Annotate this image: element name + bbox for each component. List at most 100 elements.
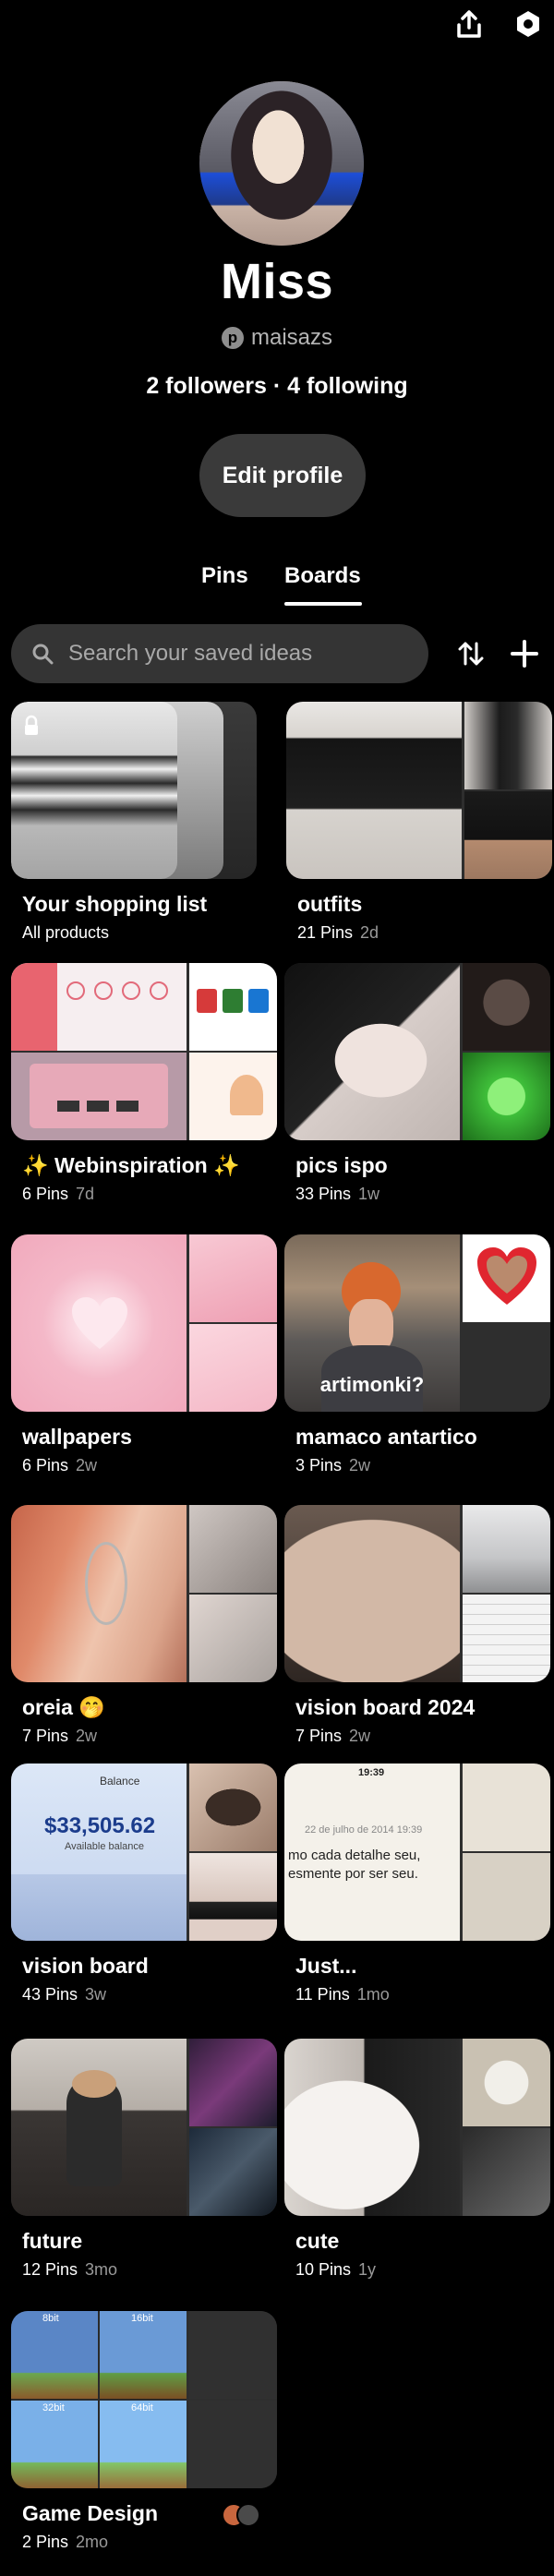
share-icon[interactable]: [451, 6, 488, 42]
board-age: 2w: [349, 1727, 371, 1745]
tab-boards[interactable]: Boards: [284, 563, 361, 589]
board-cover[interactable]: [11, 2039, 277, 2216]
board-card[interactable]: oreia 🤭 7 Pins 2w: [11, 1505, 277, 1754]
board-title: pics ispo: [295, 1153, 388, 1177]
board-title: wallpapers: [22, 1425, 132, 1449]
board-age: 7d: [76, 1185, 95, 1203]
board-meta: 2 Pins 2mo: [22, 2533, 108, 2552]
lock-icon: [22, 715, 41, 737]
board-cover[interactable]: [284, 963, 550, 1140]
board-card[interactable]: ✨ Webinspiration ✨ 6 Pins 7d: [11, 963, 277, 1212]
tile-label: 32bit: [42, 2402, 65, 2413]
cover-balance-sub: Available balance: [65, 1841, 145, 1852]
tile-label: 16bit: [131, 2313, 153, 2324]
board-meta: 6 Pins 7d: [22, 1185, 94, 1204]
cover-time: 19:39: [358, 1767, 385, 1778]
board-meta: 43 Pins 3w: [22, 1985, 106, 2004]
tile-label: 8bit: [42, 2313, 59, 2324]
active-tab-indicator: [284, 602, 362, 606]
avatar[interactable]: [199, 81, 364, 246]
search-icon: [32, 644, 54, 665]
search-bar[interactable]: Search your saved ideas: [11, 624, 428, 683]
board-card[interactable]: artimonki? mamaco antartico 3 Pins 2w: [284, 1234, 550, 1484]
board-pin-count: 43 Pins: [22, 1985, 78, 2004]
board-meta: 33 Pins 1w: [295, 1185, 379, 1204]
collaborator-avatars: [222, 2503, 262, 2527]
board-card[interactable]: cute 10 Pins 1y: [284, 2039, 550, 2288]
board-pin-count: 11 Pins: [295, 1985, 350, 2004]
board-title: vision board 2024: [295, 1695, 476, 1719]
board-card[interactable]: vision board 2024 7 Pins 2w: [284, 1505, 550, 1754]
board-title: vision board: [22, 1954, 149, 1978]
board-title: Game Design: [22, 2501, 158, 2525]
board-pin-count: 6 Pins: [22, 1185, 69, 1203]
board-card[interactable]: pics ispo 33 Pins 1w: [284, 963, 550, 1212]
board-pin-count: 12 Pins: [22, 2260, 78, 2279]
board-cover[interactable]: [11, 702, 277, 879]
board-meta: 10 Pins 1y: [295, 2260, 376, 2280]
tile-label: 64bit: [131, 2402, 153, 2413]
board-age: 1w: [358, 1185, 380, 1203]
board-age: 2mo: [76, 2533, 109, 2551]
top-bar: [0, 0, 554, 55]
edit-profile-button[interactable]: Edit profile: [199, 434, 366, 517]
board-age: 3mo: [85, 2260, 118, 2279]
board-age: 2d: [360, 923, 379, 942]
board-card[interactable]: 8bit 16bit 32bit 64bit Game Design 2 Pin…: [11, 2311, 277, 2560]
board-pin-count: 7 Pins: [22, 1727, 69, 1745]
board-title: ✨ Webinspiration ✨: [22, 1153, 240, 1177]
board-age: 2w: [349, 1456, 371, 1475]
board-pin-count: 21 Pins: [297, 923, 354, 942]
search-input[interactable]: Search your saved ideas: [68, 641, 312, 667]
board-cover[interactable]: [11, 963, 277, 1140]
board-meta: 12 Pins 3mo: [22, 2260, 117, 2280]
settings-icon[interactable]: [510, 6, 547, 42]
profile-name: Miss: [220, 254, 334, 309]
board-pin-count: 2 Pins: [22, 2533, 69, 2551]
board-title: cute: [295, 2229, 340, 2253]
cover-text: mo cada detalhe seu, esmente por ser seu…: [288, 1848, 421, 1882]
board-card[interactable]: 19:39 22 de julho de 2014 19:39 mo cada …: [284, 1763, 550, 2013]
pinterest-logo-icon: p: [221, 327, 244, 349]
board-cover[interactable]: 8bit 16bit 32bit 64bit: [11, 2311, 277, 2488]
plus-icon[interactable]: [506, 635, 543, 672]
board-meta: 7 Pins 2w: [22, 1727, 97, 1746]
board-meta: 3 Pins 2w: [295, 1456, 370, 1475]
board-card[interactable]: Balance $33,505.62 Available balance vis…: [11, 1763, 277, 2013]
board-cover[interactable]: Balance $33,505.62 Available balance: [11, 1763, 277, 1941]
board-cover[interactable]: [284, 2039, 550, 2216]
board-age: 1y: [358, 2260, 377, 2279]
board-meta: 7 Pins 2w: [295, 1727, 370, 1746]
board-cover[interactable]: 19:39 22 de julho de 2014 19:39 mo cada …: [284, 1763, 550, 1941]
board-title: future: [22, 2229, 83, 2253]
board-meta: All products: [22, 923, 109, 943]
cover-balance-label: Balance: [100, 1775, 140, 1788]
board-pin-count: 7 Pins: [295, 1727, 343, 1745]
board-cover-caption: artimonki?: [319, 1373, 425, 1396]
board-cover[interactable]: [284, 1505, 550, 1682]
tab-pins[interactable]: Pins: [201, 563, 248, 589]
board-card[interactable]: Your shopping list All products: [11, 702, 277, 951]
board-meta: 11 Pins 1mo: [295, 1985, 390, 2004]
profile-username: p maisazs: [0, 325, 554, 351]
board-title: mamaco antartico: [295, 1425, 477, 1449]
board-age: 2w: [76, 1727, 98, 1745]
sort-icon[interactable]: [452, 635, 489, 672]
board-title: Just...: [295, 1954, 357, 1978]
board-cover[interactable]: [286, 702, 552, 879]
board-age: 2w: [76, 1456, 98, 1475]
board-meta: 6 Pins 2w: [22, 1456, 97, 1475]
cover-date: 22 de julho de 2014 19:39: [305, 1824, 423, 1836]
board-cover[interactable]: [11, 1234, 277, 1412]
board-pin-count: All products: [22, 923, 110, 942]
board-title: oreia 🤭: [22, 1695, 106, 1719]
board-cover[interactable]: artimonki?: [284, 1234, 550, 1412]
board-card[interactable]: wallpapers 6 Pins 2w: [11, 1234, 277, 1484]
board-card[interactable]: outfits 21 Pins 2d: [286, 702, 552, 951]
board-cover[interactable]: [11, 1505, 277, 1682]
board-age: 3w: [85, 1985, 107, 2004]
board-title: Your shopping list: [22, 892, 208, 916]
board-pin-count: 10 Pins: [295, 2260, 352, 2279]
follow-stats[interactable]: 2 followers · 4 following: [0, 373, 554, 400]
board-card[interactable]: future 12 Pins 3mo: [11, 2039, 277, 2288]
